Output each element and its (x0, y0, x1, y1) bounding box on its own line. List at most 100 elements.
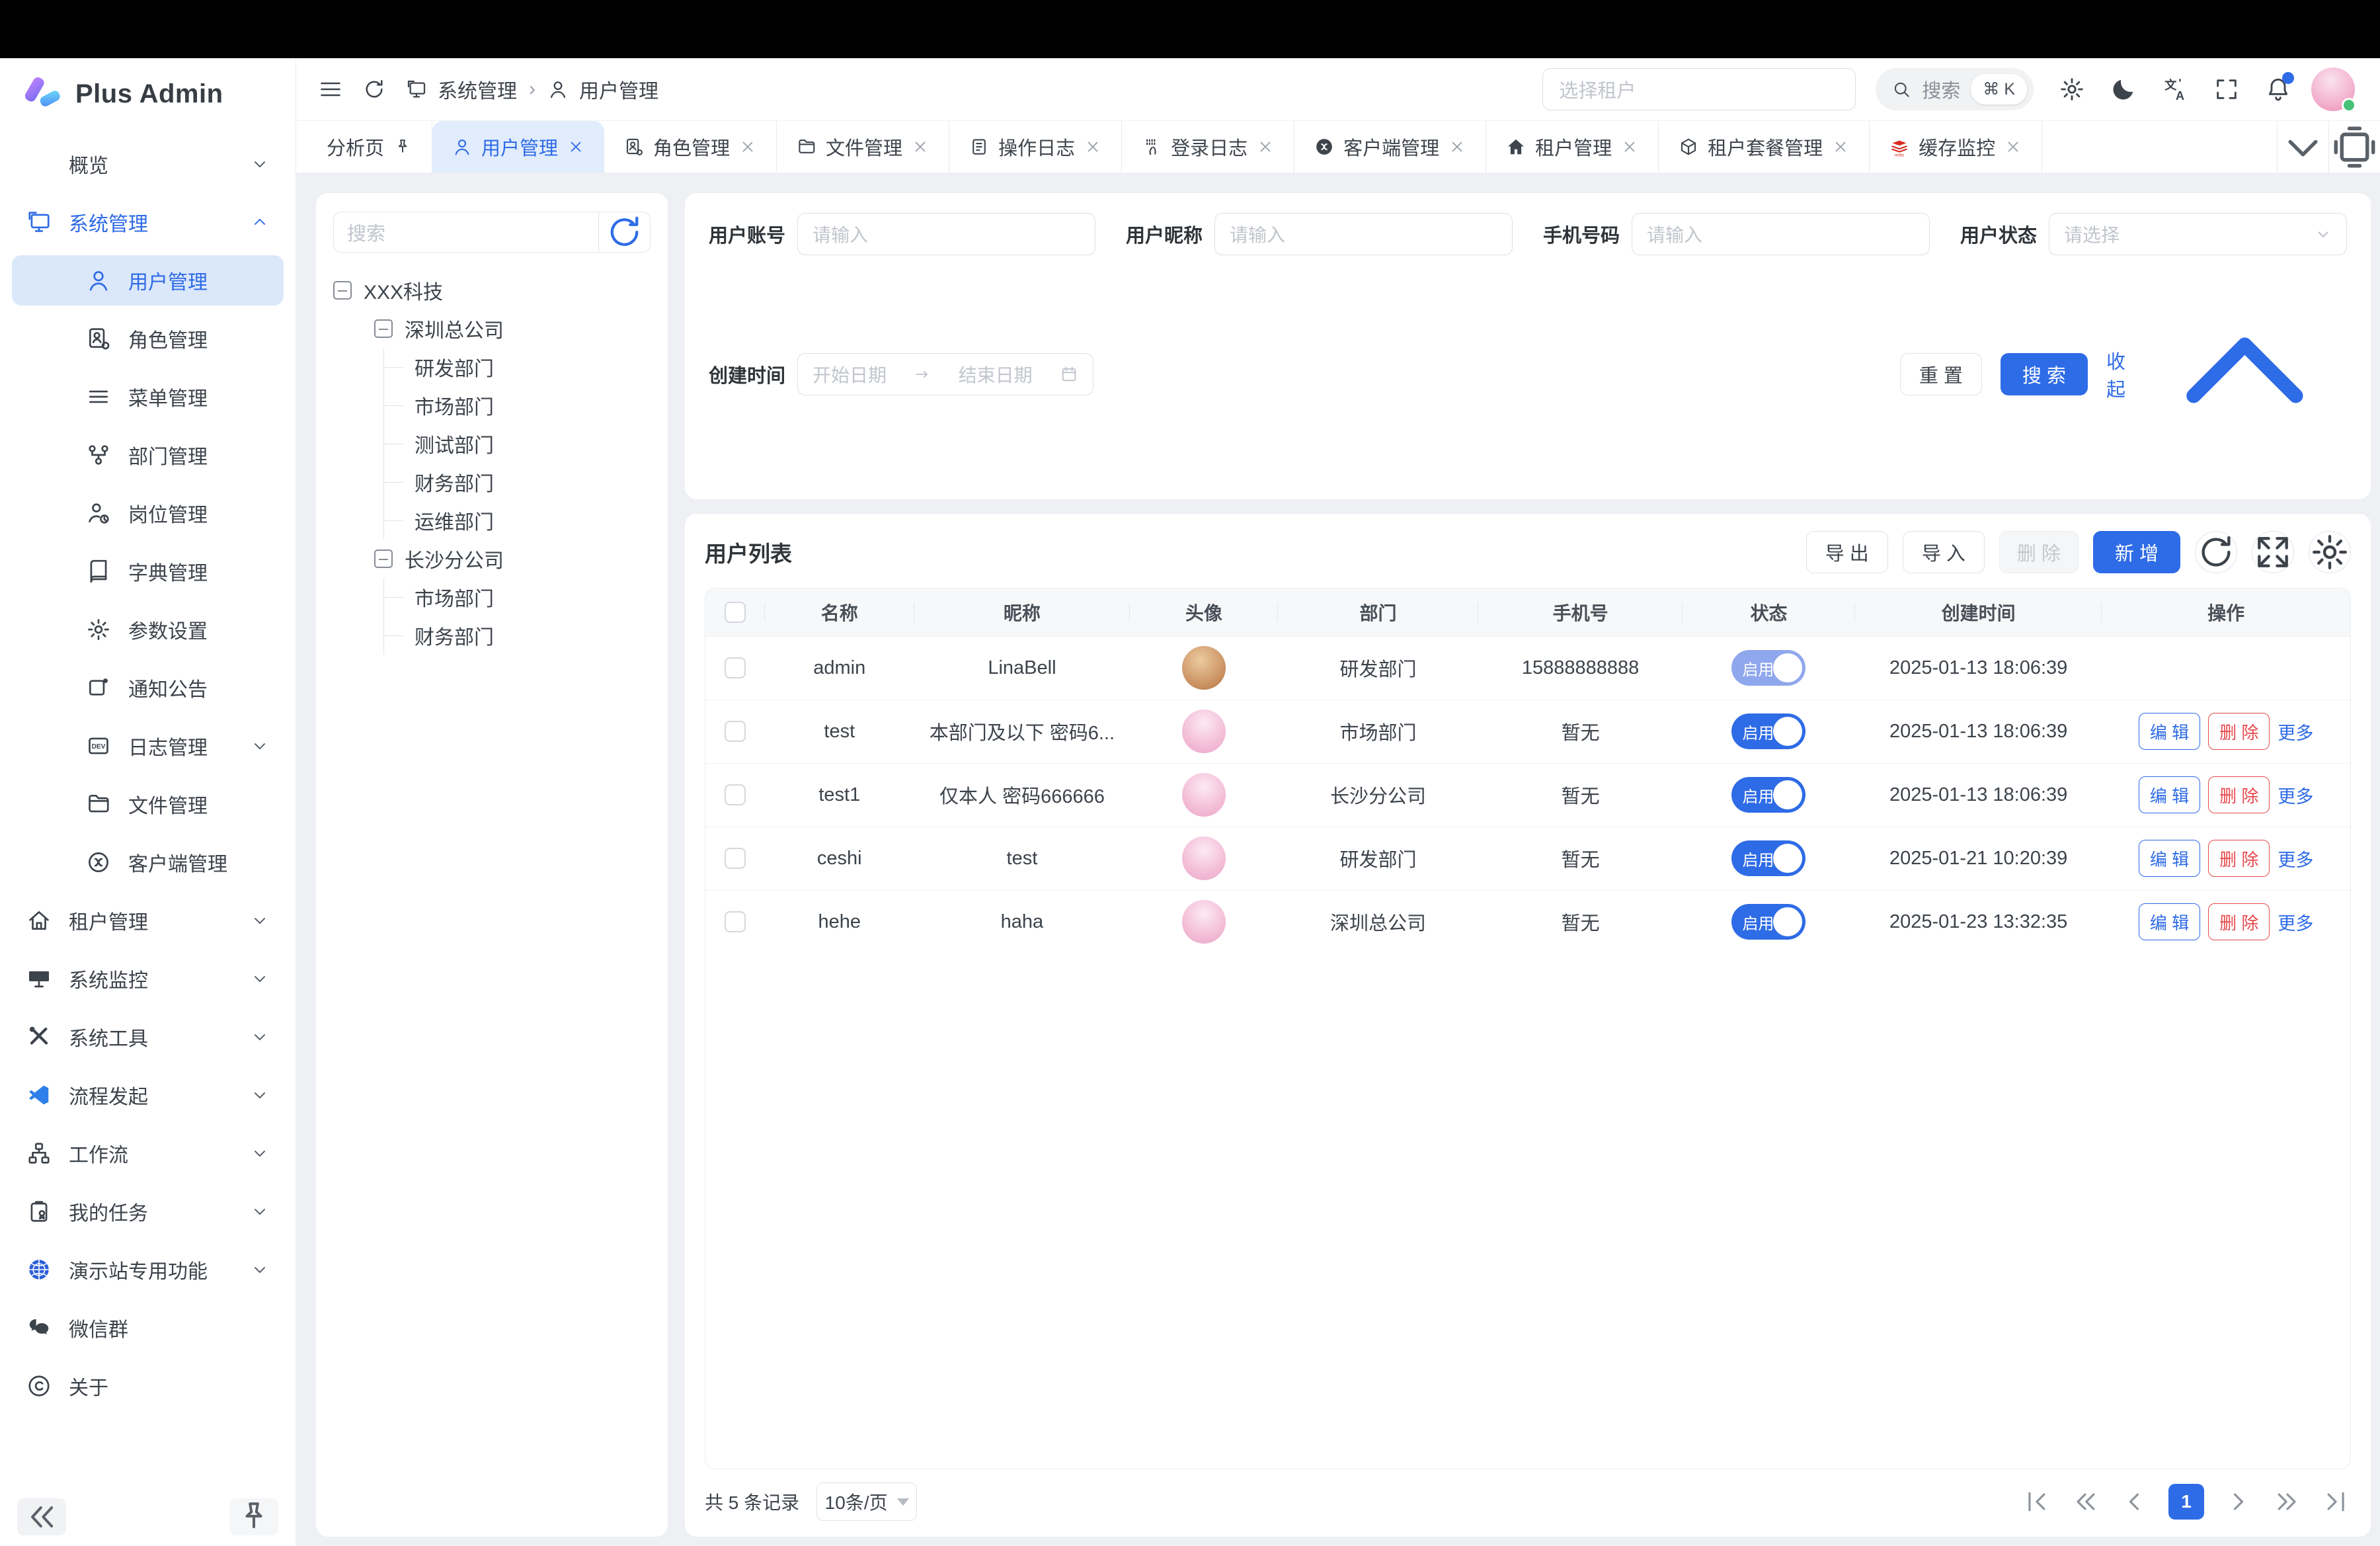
status-select[interactable]: 请选择 (2049, 213, 2347, 255)
tree-leaf-研发部门[interactable]: 研发部门 (384, 348, 651, 386)
more-button[interactable]: 更多 (2278, 782, 2313, 808)
tree-collapse-icon[interactable] (374, 549, 393, 568)
table-refresh-button[interactable] (2195, 531, 2237, 573)
menu-toggle-button[interactable] (319, 77, 342, 101)
tree-collapse-icon[interactable] (374, 319, 393, 338)
tree-node-XXX科技[interactable]: XXX科技 (333, 271, 651, 309)
export-button[interactable]: 导 出 (1806, 531, 1888, 573)
tab-close-button[interactable] (739, 138, 756, 155)
tab-租户管理[interactable]: 租户管理 (1486, 121, 1659, 173)
tab-list-dropdown-button[interactable] (2277, 121, 2328, 173)
tab-分析页[interactable]: 分析页 (307, 121, 432, 173)
tree-leaf-财务部门[interactable]: 财务部门 (384, 463, 651, 501)
row-checkbox[interactable] (725, 848, 746, 869)
status-toggle[interactable]: 启用 (1731, 650, 1805, 686)
tab-close-button[interactable] (1257, 138, 1274, 155)
fullscreen-button[interactable] (2213, 76, 2240, 102)
sidebar-item-部门管理[interactable]: 部门管理 (12, 430, 284, 480)
sidebar-item-岗位管理[interactable]: 岗位管理 (12, 488, 284, 538)
row-checkbox[interactable] (725, 911, 746, 932)
language-button[interactable]: 文A (2162, 76, 2188, 102)
tab-close-button[interactable] (1448, 138, 1466, 155)
sidebar-item-流程发起[interactable]: 流程发起 (12, 1070, 284, 1120)
delete-button[interactable]: 删 除 (1999, 531, 2079, 573)
tab-close-button[interactable] (2004, 138, 2022, 155)
global-search[interactable]: 搜索 ⌘ K (1876, 68, 2034, 110)
status-toggle[interactable]: 启用 (1731, 904, 1805, 940)
settings-button[interactable] (2059, 76, 2085, 102)
last-page-button[interactable] (2322, 1487, 2351, 1516)
sidebar-item-系统管理[interactable]: 系统管理 (12, 197, 284, 247)
sidebar-item-关于[interactable]: 关于 (12, 1361, 284, 1411)
sidebar-item-用户管理[interactable]: 用户管理 (12, 255, 284, 305)
column-settings-button[interactable] (2309, 531, 2351, 573)
tree-leaf-市场部门[interactable]: 市场部门 (384, 578, 651, 616)
sidebar-item-我的任务[interactable]: 我的任务 (12, 1186, 284, 1237)
tab-close-button[interactable] (1084, 138, 1101, 155)
edit-button[interactable]: 编 辑 (2139, 903, 2200, 940)
select-all-checkbox[interactable] (725, 602, 746, 623)
sidebar-item-参数设置[interactable]: 参数设置 (12, 604, 284, 655)
tab-角色管理[interactable]: 角色管理 (604, 121, 777, 173)
user-avatar[interactable] (2311, 67, 2355, 111)
tree-node-深圳总公司[interactable]: 深圳总公司 (333, 309, 651, 348)
sidebar-item-角色管理[interactable]: 角色管理 (12, 313, 284, 364)
fast-next-button[interactable] (2273, 1487, 2302, 1516)
tree-refresh-button[interactable] (598, 212, 650, 252)
tree-leaf-测试部门[interactable]: 测试部门 (384, 425, 651, 463)
import-button[interactable]: 导 入 (1903, 531, 1985, 573)
sidebar-pin-button[interactable] (229, 1498, 278, 1535)
status-toggle[interactable]: 启用 (1731, 840, 1805, 876)
sidebar-item-日志管理[interactable]: DEV日志管理 (12, 721, 284, 771)
refresh-page-button[interactable] (362, 77, 386, 101)
delete-row-button[interactable]: 删 除 (2208, 776, 2270, 813)
sidebar-item-概览[interactable]: 概览 (12, 139, 284, 189)
tree-collapse-icon[interactable] (333, 281, 352, 300)
more-button[interactable]: 更多 (2278, 846, 2313, 872)
tab-close-button[interactable] (912, 138, 929, 155)
sidebar-item-字典管理[interactable]: 字典管理 (12, 546, 284, 596)
delete-row-button[interactable]: 删 除 (2208, 713, 2270, 750)
sidebar-item-系统工具[interactable]: 系统工具 (12, 1012, 284, 1062)
tab-close-button[interactable] (567, 138, 584, 155)
sidebar-item-客户端管理[interactable]: 客户端管理 (12, 837, 284, 887)
tab-文件管理[interactable]: 文件管理 (777, 121, 949, 173)
status-toggle[interactable]: 启用 (1731, 777, 1805, 813)
sidebar-item-通知公告[interactable]: 通知公告 (12, 663, 284, 713)
sidebar-item-工作流[interactable]: 工作流 (12, 1128, 284, 1178)
account-input[interactable]: 请输入 (797, 213, 1095, 255)
reset-button[interactable]: 重 置 (1900, 353, 1982, 395)
edit-button[interactable]: 编 辑 (2139, 713, 2200, 750)
current-page-button[interactable]: 1 (2168, 1484, 2204, 1520)
fast-prev-button[interactable] (2071, 1487, 2100, 1516)
content-maximize-button[interactable] (2328, 121, 2380, 173)
more-button[interactable]: 更多 (2278, 909, 2313, 935)
tree-node-长沙分公司[interactable]: 长沙分公司 (333, 540, 651, 578)
sidebar-item-菜单管理[interactable]: 菜单管理 (12, 372, 284, 422)
status-toggle[interactable]: 启用 (1731, 713, 1805, 749)
row-checkbox[interactable] (725, 784, 746, 805)
tab-close-button[interactable] (1832, 138, 1849, 155)
prev-page-button[interactable] (2120, 1487, 2149, 1516)
more-button[interactable]: 更多 (2278, 719, 2313, 745)
breadcrumb-item[interactable]: 系统管理 (438, 75, 517, 104)
sidebar-item-系统监控[interactable]: 系统监控 (12, 954, 284, 1004)
tab-租户套餐管理[interactable]: 租户套餐管理 (1659, 121, 1870, 173)
table-fullscreen-button[interactable] (2252, 531, 2294, 573)
tenant-select[interactable]: 选择租户 (1542, 68, 1856, 110)
delete-row-button[interactable]: 删 除 (2208, 840, 2270, 877)
tab-close-button[interactable] (1621, 138, 1638, 155)
first-page-button[interactable] (2022, 1487, 2051, 1516)
collapse-filters-link[interactable]: 收起 (2106, 272, 2347, 477)
nickname-input[interactable]: 请输入 (1214, 213, 1513, 255)
row-checkbox[interactable] (725, 657, 746, 678)
add-button[interactable]: 新 增 (2093, 531, 2180, 573)
tab-用户管理[interactable]: 用户管理 (432, 121, 604, 173)
search-button[interactable]: 搜 索 (2001, 353, 2088, 395)
tree-leaf-财务部门[interactable]: 财务部门 (384, 616, 651, 655)
notifications-button[interactable] (2265, 76, 2291, 102)
tab-pin-button[interactable] (393, 138, 412, 156)
tab-登录日志[interactable]: 登录日志 (1122, 121, 1294, 173)
tree-search-input[interactable]: 搜索 (334, 212, 598, 252)
edit-button[interactable]: 编 辑 (2139, 776, 2200, 813)
